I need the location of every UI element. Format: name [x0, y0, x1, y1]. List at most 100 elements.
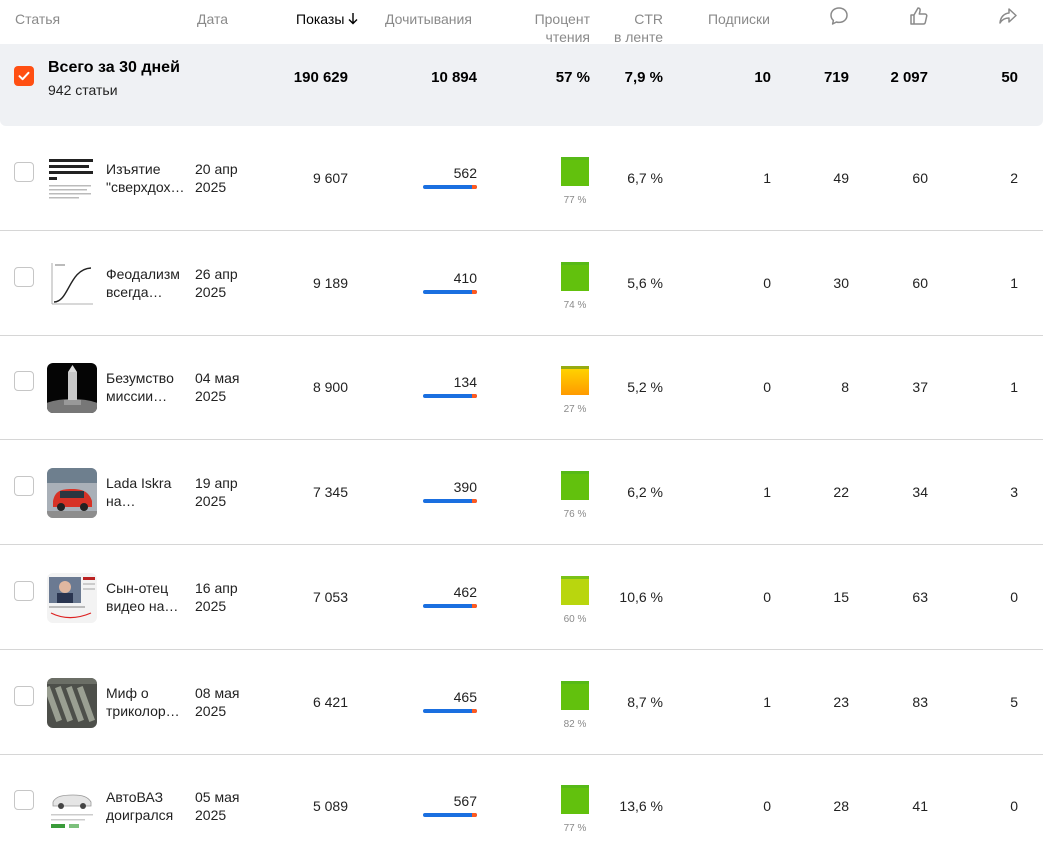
- article-title[interactable]: Феодализм всегда…: [106, 265, 188, 301]
- likes-value: 60: [912, 170, 928, 186]
- shares-value: 0: [1010, 798, 1018, 815]
- likes-value: 41: [912, 798, 928, 815]
- row-checkbox[interactable]: [14, 476, 34, 497]
- reads-value: 134: [453, 374, 477, 391]
- article-title-line2: "сверхдох…: [106, 179, 185, 195]
- article-thumbnail[interactable]: [47, 154, 97, 204]
- read-percent-indicator: [561, 157, 589, 186]
- table-row[interactable]: Lada Iskra на… 19 апр 2025 7 345 390 76 …: [0, 440, 1043, 546]
- article-thumbnail[interactable]: [47, 258, 97, 309]
- table-row[interactable]: Сын-отец видео на… 16 апр 2025 7 053 462…: [0, 545, 1043, 650]
- read-percent-label: 27 %: [563, 404, 587, 416]
- total-shares: 50: [1001, 69, 1018, 86]
- article-title-line2: триколор…: [106, 702, 180, 719]
- article-title[interactable]: Безумство миссии…: [106, 369, 188, 405]
- article-title[interactable]: Миф о триколор…: [106, 684, 188, 720]
- read-percent-label: 82 %: [563, 718, 587, 730]
- reads-value: 390: [453, 479, 477, 496]
- row-checkbox[interactable]: [14, 685, 34, 706]
- article-title-line2: видео на…: [106, 597, 179, 614]
- reads-value: 465: [453, 688, 477, 705]
- article-title-line2: всегда…: [106, 283, 163, 300]
- subs-value: 0: [763, 274, 771, 291]
- row-checkbox[interactable]: [14, 790, 34, 811]
- row-checkbox[interactable]: [14, 266, 34, 287]
- article-date-line2: 2025: [195, 179, 227, 195]
- read-percent-indicator: [561, 366, 589, 396]
- article-date-line2: 2025: [195, 597, 227, 614]
- thumbs-up-icon[interactable]: [908, 5, 930, 27]
- reads-bar: [423, 394, 477, 399]
- views-value: 7 345: [312, 484, 348, 501]
- read-percent-label: 74 %: [563, 299, 587, 311]
- shares-value: 1: [1010, 274, 1018, 291]
- article-date: 16 апр 2025: [195, 579, 238, 615]
- reads-bar: [423, 603, 477, 608]
- table-row[interactable]: Феодализм всегда… 26 апр 2025 9 189 410 …: [0, 231, 1043, 336]
- read-percent-indicator: [561, 575, 589, 605]
- likes-value: 63: [912, 588, 928, 605]
- views-value: 9 189: [312, 274, 348, 291]
- article-date-line1: 08 мая: [195, 684, 240, 701]
- article-title-line1: Миф о: [106, 684, 149, 701]
- article-title[interactable]: Lada Iskra на…: [106, 474, 188, 510]
- column-header-ctr[interactable]: CTR в ленте: [600, 10, 663, 46]
- ctr-value: 13,6 %: [619, 798, 663, 815]
- ctr-value: 6,7 %: [627, 170, 663, 186]
- select-all-checkbox[interactable]: [14, 66, 34, 86]
- article-title-line1: Сын-отец: [106, 579, 169, 596]
- total-ctr: 7,9 %: [624, 69, 663, 86]
- column-header-views[interactable]: Показы: [296, 10, 358, 28]
- article-thumbnail[interactable]: [47, 782, 97, 833]
- reads-bar-tip: [472, 603, 477, 608]
- read-percent-indicator: [561, 785, 589, 815]
- article-title[interactable]: Сын-отец видео на…: [106, 579, 188, 615]
- article-thumbnail[interactable]: [47, 468, 97, 519]
- column-header-views-label: Показы: [296, 11, 345, 27]
- row-checkbox[interactable]: [14, 371, 34, 392]
- reads-bar-tip: [472, 499, 477, 504]
- article-date: 19 апр 2025: [195, 474, 238, 510]
- table-row[interactable]: Безумство миссии… 04 мая 2025 8 900 134 …: [0, 335, 1043, 441]
- table-row[interactable]: Изъятие "сверхдох… 20 апр 2025 9 607 562…: [0, 126, 1043, 231]
- likes-value: 60: [912, 274, 928, 291]
- article-date-line1: 19 апр: [195, 475, 238, 492]
- article-date-line1: 04 мая: [195, 370, 240, 387]
- article-thumbnail[interactable]: [47, 363, 97, 414]
- row-checkbox[interactable]: [14, 580, 34, 601]
- article-date: 26 апр 2025: [195, 265, 238, 301]
- column-header-article[interactable]: Статья: [15, 10, 60, 28]
- article-title[interactable]: АвтоВАЗ доигрался: [106, 788, 188, 824]
- ctr-value: 6,2 %: [627, 484, 663, 501]
- column-header-percent[interactable]: Процент чтения: [520, 10, 590, 46]
- article-title-line2: доигрался: [106, 807, 174, 824]
- article-thumbnail[interactable]: [47, 677, 97, 728]
- article-title[interactable]: Изъятие "сверхдох…: [106, 160, 188, 196]
- reads-bar-tip: [472, 394, 477, 399]
- reads-bar-tip: [472, 813, 477, 818]
- article-date: 08 мая 2025: [195, 684, 239, 720]
- read-percent-indicator: [561, 471, 589, 501]
- column-header-date[interactable]: Дата: [197, 10, 228, 28]
- comments-value: 8: [841, 379, 849, 396]
- article-thumbnail[interactable]: [47, 572, 97, 623]
- row-checkbox[interactable]: [14, 162, 34, 182]
- article-date-line1: 16 апр: [195, 579, 238, 596]
- share-icon[interactable]: [997, 5, 1019, 27]
- shares-value: 5: [1010, 693, 1018, 710]
- subs-value: 1: [763, 484, 771, 501]
- total-reads: 10 894: [431, 69, 477, 86]
- comment-icon[interactable]: [828, 5, 850, 27]
- article-date: 20 апр 2025: [195, 160, 238, 196]
- views-value: 6 421: [312, 693, 348, 710]
- ctr-value: 5,6 %: [627, 274, 663, 291]
- table-row[interactable]: АвтоВАЗ доигрался 05 мая 2025 5 089 567 …: [0, 754, 1043, 841]
- table-row[interactable]: Миф о триколор… 08 мая 2025 6 421 465 82…: [0, 650, 1043, 755]
- reads-bar-tip: [472, 185, 477, 189]
- total-title: Всего за 30 дней: [48, 59, 180, 76]
- views-value: 8 900: [312, 379, 348, 396]
- comments-value: 28: [833, 798, 849, 815]
- column-header-subs[interactable]: Подписки: [690, 10, 770, 28]
- column-header-reads[interactable]: Дочитывания: [385, 10, 472, 28]
- article-date: 04 мая 2025: [195, 369, 239, 405]
